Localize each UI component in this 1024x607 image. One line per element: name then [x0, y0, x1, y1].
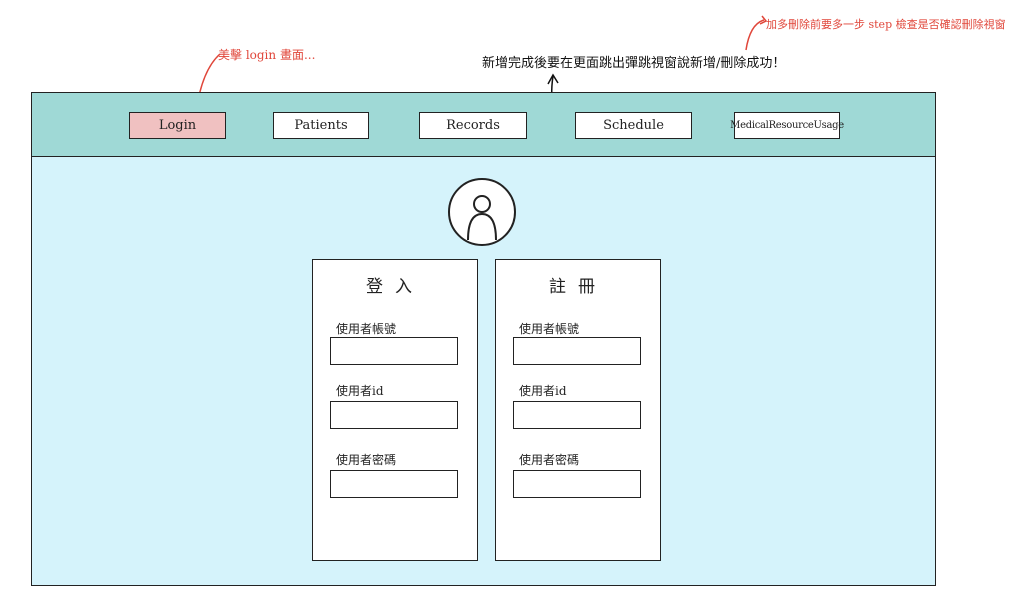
- nav-schedule-button[interactable]: Schedule: [575, 112, 692, 139]
- nav-medical-resource-usage-button[interactable]: MedicalResourceUsage: [730, 112, 844, 139]
- app-window: Login Patients Records Schedule MedicalR…: [31, 92, 936, 586]
- login-id-label: 使用者id: [336, 384, 384, 398]
- register-password-label: 使用者密碼: [519, 453, 580, 467]
- register-panel-title: 註冊: [549, 277, 607, 297]
- annotation-delete-note: 加多刪除前要多一步 step 檢查是否確認刪除視窗: [766, 18, 1006, 31]
- annotation-arrow-delete: [745, 15, 768, 51]
- login-password-label: 使用者密碼: [336, 453, 397, 467]
- register-account-label: 使用者帳號: [519, 322, 580, 336]
- nav-records-button[interactable]: Records: [419, 112, 527, 139]
- top-navbar: Login Patients Records Schedule MedicalR…: [32, 93, 935, 157]
- annotation-feedback-note: 新增完成後要在更面跳出彈跳視窗說新增/刪除成功！: [482, 56, 786, 71]
- register-panel: 註冊 使用者帳號 使用者id 使用者密碼: [495, 259, 661, 561]
- register-password-input[interactable]: [513, 470, 641, 498]
- login-account-input[interactable]: [330, 337, 458, 365]
- nav-login-button[interactable]: Login: [129, 112, 226, 139]
- login-id-input[interactable]: [330, 401, 458, 429]
- user-avatar-icon: [448, 178, 516, 246]
- login-panel-title: 登入: [366, 277, 424, 297]
- register-id-label: 使用者id: [519, 384, 567, 398]
- login-panel: 登入 使用者帳號 使用者id 使用者密碼: [312, 259, 478, 561]
- register-account-input[interactable]: [513, 337, 641, 365]
- login-password-input[interactable]: [330, 470, 458, 498]
- nav-patients-button[interactable]: Patients: [273, 112, 369, 139]
- register-id-input[interactable]: [513, 401, 641, 429]
- annotation-login-note: 美擊 login 畫面...: [218, 48, 316, 62]
- login-account-label: 使用者帳號: [336, 322, 397, 336]
